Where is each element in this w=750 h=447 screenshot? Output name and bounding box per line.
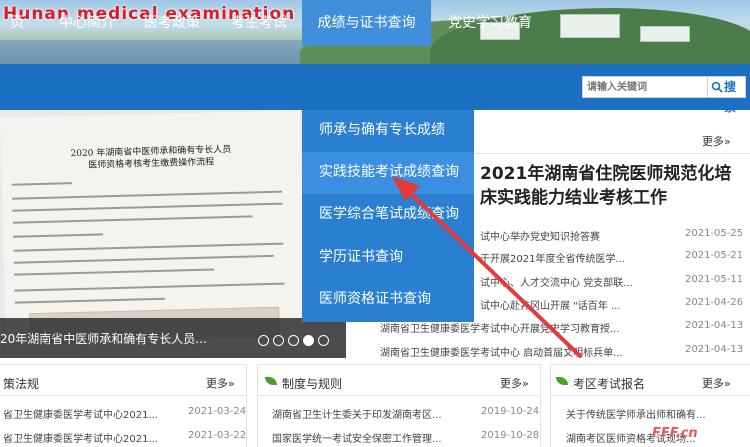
news-item[interactable]: 于开展2021年度全省传统医学... (480, 250, 625, 265)
news-date: 2021-04-13 (685, 320, 744, 331)
banner-building (640, 26, 690, 42)
watermark: FFF.cn (652, 426, 698, 441)
box-more-link[interactable]: 更多» (702, 375, 731, 391)
headline-line: 2021年湖南省住院医师规范化培 (480, 164, 732, 184)
nav-item-exam[interactable]: 考生考试 (216, 0, 302, 46)
dropdown-item-degree-certificate[interactable]: 学历证书查询 (302, 237, 474, 279)
dropdown-item-physician-certificate[interactable]: 医师资格证书查询 (302, 279, 474, 321)
box-more-link[interactable]: 更多» (206, 375, 235, 391)
box-item[interactable]: 关于传统医学师承出师和确有... (566, 406, 706, 421)
box-date: 2021-03-24 (188, 406, 247, 417)
box-date: 2021-03-22 (188, 430, 247, 441)
carousel-dot[interactable] (273, 335, 284, 346)
news-item[interactable]: 湖南省卫生健康委医学考试中心 启动首届文明标兵单... (380, 344, 623, 359)
dropdown-item-practical-skills-scores[interactable]: 实践技能考试成绩查询 (302, 152, 474, 194)
news-date: 2021-04-13 (685, 344, 744, 355)
page: { "banner": {"title": "Hunan medical exa… (0, 0, 750, 447)
news-date: 2021-05-11 (685, 274, 744, 285)
box-item[interactable]: 国家医学统一考试安全保密工作管理... (272, 430, 442, 445)
news-item[interactable]: 试中心举办党史知识抢答赛 (480, 228, 600, 243)
carousel-dot[interactable] (288, 335, 299, 346)
search-icon (711, 81, 723, 93)
dropdown-item-written-exam-scores[interactable]: 医学综合笔试成绩查询 (302, 194, 474, 236)
news-item[interactable]: 试中心、人才交流中心 党支部联... (480, 274, 633, 289)
carousel-caption[interactable]: 20年湖南省中医师承和确有专长人员... (0, 330, 207, 347)
search-button[interactable]: 搜索 (708, 76, 746, 114)
news-more-link[interactable]: 更多» (702, 133, 731, 149)
nav-item-scores[interactable]: 成绩与证书查询 (302, 0, 431, 46)
box-title: 制度与规则 (282, 377, 343, 391)
banner-building (560, 14, 620, 38)
nav-item-home[interactable]: 页 (0, 0, 34, 46)
nav-item-policy[interactable]: 医考政策 (131, 0, 213, 46)
nav-item-about[interactable]: 中心简介 (46, 0, 128, 46)
news-date: 2021-04-26 (685, 297, 744, 308)
box-more-link[interactable]: 更多» (500, 375, 529, 391)
box-title: 策法规 (3, 377, 40, 391)
dropdown-item-mentorship-scores[interactable]: 师承与确有专长成绩 (302, 110, 474, 152)
box-date: 2019-10-24 (481, 406, 540, 417)
doc-title: 2020 年湖南省中医师承和确有专长人员 医师资格考核考生缴费操作流程 (41, 143, 262, 173)
nav-item-party-history[interactable]: 党史学习教育 (434, 0, 546, 46)
carousel-dot-active[interactable] (303, 335, 314, 346)
news-item[interactable]: 试中心赴井冈山开展 "话百年 ... (480, 297, 621, 312)
search-label: 搜索 (724, 80, 737, 114)
box-date: 2019-10-28 (481, 430, 540, 441)
news-headline[interactable]: 2021年湖南省住院医师规范化培 床实践能力结业考核工作 (480, 162, 731, 210)
box-item[interactable]: 省卫生健康委医学考试中心2021... (3, 430, 158, 445)
box-item[interactable]: 省卫生健康委医学考试中心2021... (3, 406, 158, 421)
scores-dropdown-menu: 师承与确有专长成绩 实践技能考试成绩查询 医学综合笔试成绩查询 学历证书查询 医… (302, 110, 474, 322)
headline-line: 床实践能力结业考核工作 (480, 188, 667, 208)
box-title: 考区考试报名 (573, 377, 646, 391)
carousel-dot[interactable] (318, 335, 329, 346)
box-item[interactable]: 湖南省卫生计生委关于印发湖南考区... (272, 406, 442, 421)
search-input[interactable] (582, 76, 708, 98)
news-date: 2021-05-21 (685, 250, 744, 261)
news-date: 2021-05-25 (685, 228, 744, 239)
news-item[interactable]: 湖南省卫生健康委医学考试中心开展党史学习教育授... (380, 320, 620, 335)
carousel-dot[interactable] (258, 335, 269, 346)
